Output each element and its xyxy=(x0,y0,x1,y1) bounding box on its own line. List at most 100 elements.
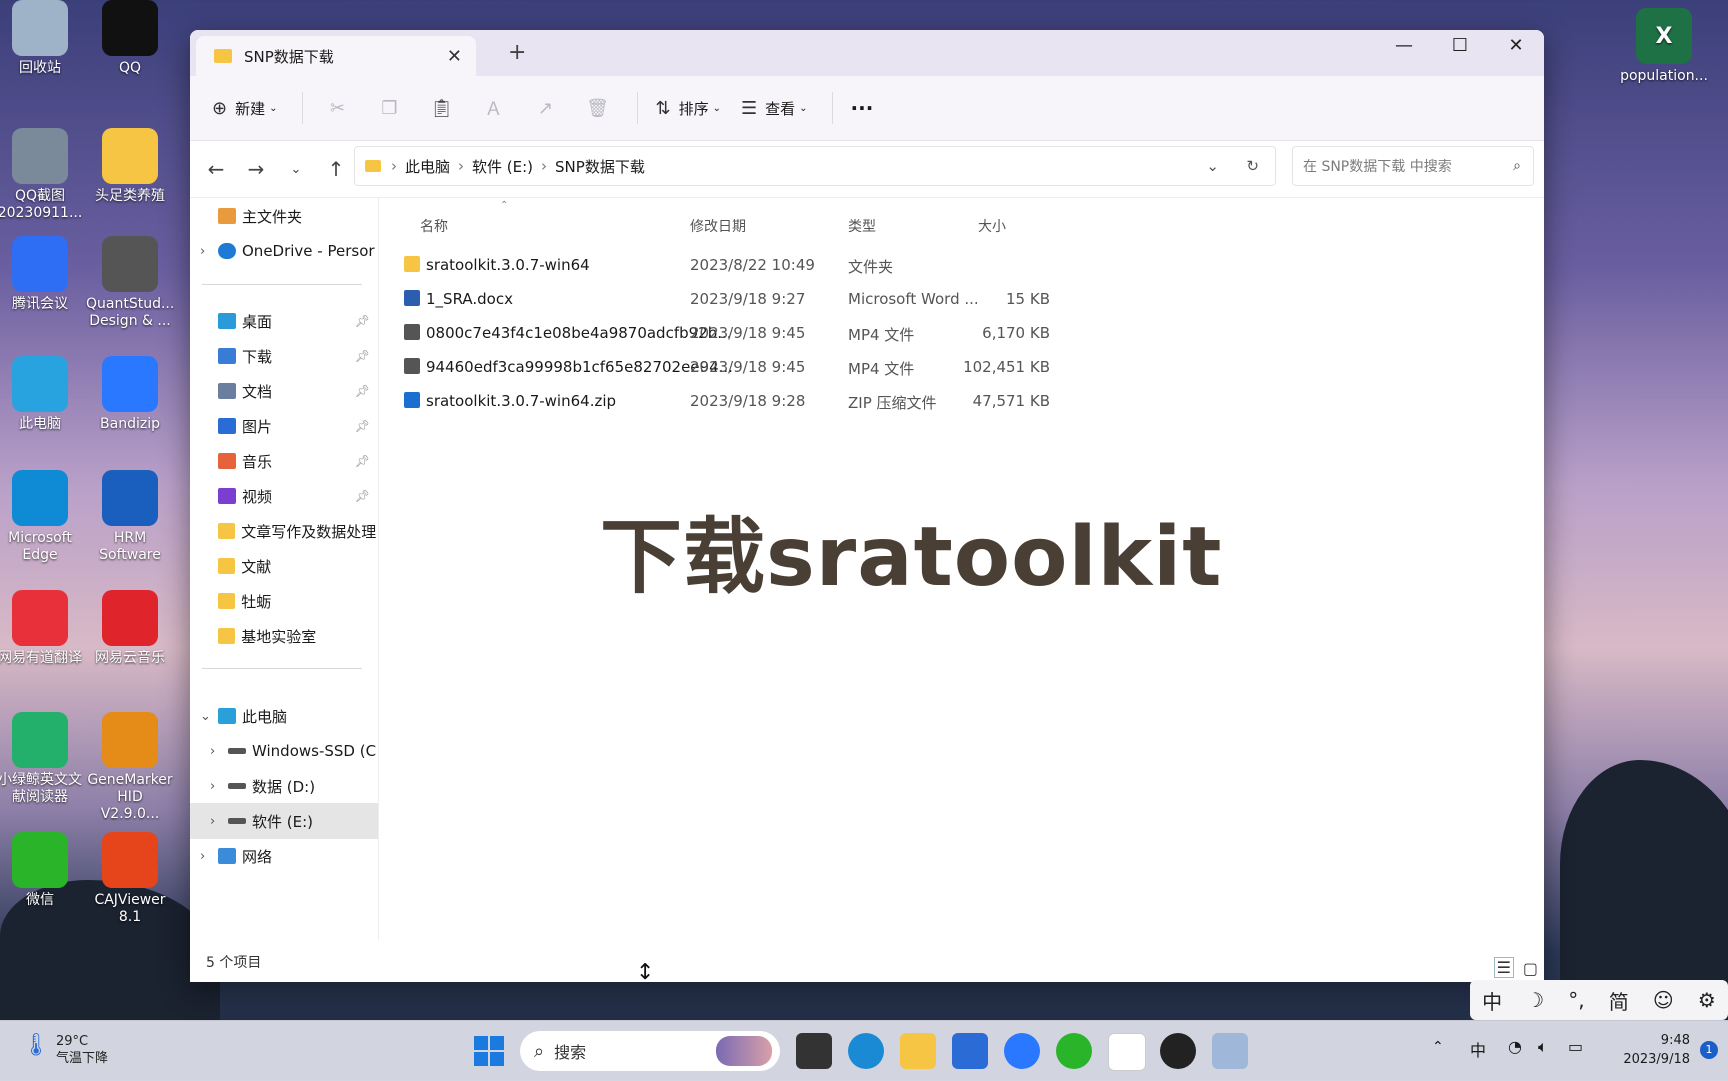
ime-language-indicator[interactable]: 中 xyxy=(1470,1037,1486,1061)
table-row[interactable]: 0800c7e43f4c1e08be4a9870adcfb92b... 2023/… xyxy=(390,316,1240,350)
media-player-taskbar-icon[interactable] xyxy=(1160,1033,1196,1069)
breadcrumb-current-folder[interactable]: SNP数据下载 xyxy=(555,156,645,177)
nav-quick-item[interactable]: 文档 📌︎ xyxy=(190,373,378,409)
desktop-icon-mid-1[interactable]: 头足类养殖 xyxy=(86,128,174,205)
table-row[interactable]: 94460edf3ca99998b1cf65e82702ee94... 2023/… xyxy=(390,350,1240,384)
desktop-icon-left-2[interactable]: 腾讯会议 xyxy=(0,236,84,313)
clock[interactable]: 9:48 2023/9/18 xyxy=(1600,1031,1690,1069)
desktop-icon-left-4[interactable]: Microsoft Edge xyxy=(0,470,84,564)
new-button[interactable]: ⊕ 新建 ⌄ xyxy=(212,98,278,119)
delete-icon[interactable]: 🗑︎ xyxy=(581,98,615,119)
desktop-icon-left-1[interactable]: QQ截图 20230911... xyxy=(0,128,84,222)
desktop-icon-mid-4[interactable]: HRM Software xyxy=(86,470,174,564)
pin-icon[interactable]: 📌︎ xyxy=(355,454,370,468)
start-button[interactable] xyxy=(474,1036,504,1066)
file-explorer-taskbar-icon[interactable] xyxy=(900,1033,936,1069)
column-header-name[interactable]: 名称 xyxy=(420,216,448,236)
back-arrow-icon[interactable]: ← xyxy=(196,157,236,181)
nav-drive-item[interactable]: › 软件 (E:) xyxy=(190,803,378,839)
desktop-icon-left-3[interactable]: 此电脑 xyxy=(0,356,84,433)
nav-quick-item[interactable]: 图片 📌︎ xyxy=(190,408,378,444)
desktop-icon-mid-5[interactable]: 网易云音乐 xyxy=(86,590,174,667)
ime-toolbar-button[interactable]: 中 xyxy=(1482,986,1502,1015)
pin-icon[interactable]: 📌︎ xyxy=(355,489,370,503)
nav-quick-item[interactable]: 视频 📌︎ xyxy=(190,478,378,514)
cut-icon[interactable]: ✂ xyxy=(321,98,355,119)
ime-toolbar-button[interactable]: ☺ xyxy=(1653,988,1674,1012)
column-header-type[interactable]: 类型 xyxy=(848,216,876,236)
table-row[interactable]: 1_SRA.docx 2023/9/18 9:27 Microsoft Word .… xyxy=(390,282,1240,316)
address-dropdown-icon[interactable]: ⌄ xyxy=(1206,157,1219,175)
volume-icon[interactable]: 🔈︎ xyxy=(1538,1037,1548,1057)
sort-button[interactable]: ⇅ 排序 ⌄ xyxy=(656,98,722,119)
bandizip-taskbar-icon[interactable] xyxy=(1004,1033,1040,1069)
nav-quick-item[interactable]: 下载 📌︎ xyxy=(190,338,378,374)
nav-onedrive[interactable]: › OneDrive - Persor xyxy=(190,233,378,269)
table-row[interactable]: sratoolkit.3.0.7-win64.zip 2023/9/18 9:28… xyxy=(390,384,1240,418)
desktop-icon-mid-6[interactable]: GeneMarker HID V2.9.0... xyxy=(86,712,174,823)
taskbar-search[interactable]: ⌕ 搜索 xyxy=(520,1031,780,1071)
pin-icon[interactable]: 📌︎ xyxy=(355,384,370,398)
up-arrow-icon[interactable]: ↑ xyxy=(316,157,356,181)
ime-toolbar-button[interactable]: °, xyxy=(1568,988,1584,1012)
refresh-icon[interactable]: ↻ xyxy=(1246,157,1259,175)
desktop-icon-left-5[interactable]: 网易有道翻译 xyxy=(0,590,84,667)
nav-quick-item[interactable]: 音乐 📌︎ xyxy=(190,443,378,479)
wifi-icon[interactable]: ◔ xyxy=(1508,1037,1522,1056)
nav-quick-item[interactable]: 桌面 📌︎ xyxy=(190,303,378,339)
search-box[interactable]: 在 SNP数据下载 中搜索 ⌕ xyxy=(1292,146,1534,186)
nav-drive-item[interactable]: › 数据 (D:) xyxy=(190,768,378,804)
desktop-icon-left-7[interactable]: 微信 xyxy=(0,832,84,909)
breadcrumb[interactable]: › 此电脑 › 软件 (E:) › SNP数据下载 ⌄ ↻ xyxy=(354,146,1276,186)
weather-widget[interactable]: 29°C 气温下降 xyxy=(56,1033,108,1067)
desktop-icon-left-6[interactable]: 小绿鲸英文文 献阅读器 xyxy=(0,712,84,806)
tab-snp-download[interactable]: SNP数据下载 ✕ xyxy=(196,36,476,76)
copy-icon[interactable]: ❐ xyxy=(373,98,407,119)
close-window-button[interactable]: ✕ xyxy=(1488,30,1544,62)
battery-icon[interactable]: ▭ xyxy=(1568,1037,1583,1056)
paste-icon[interactable]: 📋︎ xyxy=(425,98,459,119)
table-row[interactable]: sratoolkit.3.0.7-win64 2023/8/22 10:49 文件夹 xyxy=(390,248,1240,282)
ime-toolbar-button[interactable]: ☽ xyxy=(1526,988,1544,1012)
nav-folder-item[interactable]: 牡蛎 xyxy=(190,583,378,619)
close-tab-button[interactable]: ✕ xyxy=(447,46,462,67)
ime-toolbar-button[interactable]: 简 xyxy=(1609,986,1629,1015)
breadcrumb-this-pc[interactable]: 此电脑 xyxy=(405,156,450,177)
task-view-icon[interactable] xyxy=(796,1033,832,1069)
column-header-date[interactable]: 修改日期 xyxy=(690,216,746,236)
nav-folder-item[interactable]: 文献 xyxy=(190,548,378,584)
more-options-button[interactable]: ··· xyxy=(851,96,874,120)
nav-drive-item[interactable]: › Windows-SSD (C xyxy=(190,733,378,769)
pin-icon[interactable]: 📌︎ xyxy=(355,349,370,363)
details-view-icon[interactable]: ☰ xyxy=(1493,957,1514,978)
maximize-button[interactable]: ☐ xyxy=(1432,30,1488,62)
new-tab-button[interactable]: + xyxy=(508,40,526,65)
nav-folder-item[interactable]: 基地实验室 xyxy=(190,618,378,654)
minimize-button[interactable]: — xyxy=(1376,30,1432,62)
column-header-size[interactable]: 大小 xyxy=(978,216,1006,236)
forward-arrow-icon[interactable]: → xyxy=(236,157,276,181)
pin-icon[interactable]: 📌︎ xyxy=(355,314,370,328)
show-hidden-icons-chevron-icon[interactable]: ⌃ xyxy=(1432,1039,1444,1055)
edge-taskbar-icon[interactable] xyxy=(848,1033,884,1069)
desktop-icon-mid-7[interactable]: CAJViewer 8.1 xyxy=(86,832,174,926)
pin-icon[interactable]: 📌︎ xyxy=(355,419,370,433)
nav-home[interactable]: 主文件夹 xyxy=(190,198,378,234)
nav-folder-item[interactable]: 文章写作及数据处理 xyxy=(190,513,378,549)
snipping-taskbar-icon[interactable] xyxy=(1212,1033,1248,1069)
nav-network[interactable]: › 网络 xyxy=(190,838,378,874)
wechat-taskbar-icon[interactable] xyxy=(1056,1033,1092,1069)
store-taskbar-icon[interactable] xyxy=(952,1033,988,1069)
desktop-icon-left-0[interactable]: 回收站 xyxy=(0,0,84,77)
breadcrumb-drive-e[interactable]: 软件 (E:) xyxy=(472,156,533,177)
rename-icon[interactable]: Ａ xyxy=(477,95,511,121)
nav-this-pc[interactable]: ⌄ 此电脑 xyxy=(190,698,378,734)
ime-toolbar-button[interactable]: ⚙ xyxy=(1698,988,1716,1012)
desktop-icon-mid-2[interactable]: QuantStud... Design & ... xyxy=(86,236,174,330)
desktop-icon-mid-3[interactable]: Bandizip xyxy=(86,356,174,433)
tiles-view-icon[interactable]: ▢ xyxy=(1523,959,1538,978)
share-icon[interactable]: ↗ xyxy=(529,98,563,119)
view-button[interactable]: ☰ 查看 ⌄ xyxy=(741,98,808,119)
recent-chevron-icon[interactable]: ⌄ xyxy=(276,162,316,177)
notification-badge[interactable]: 1 xyxy=(1700,1041,1718,1059)
